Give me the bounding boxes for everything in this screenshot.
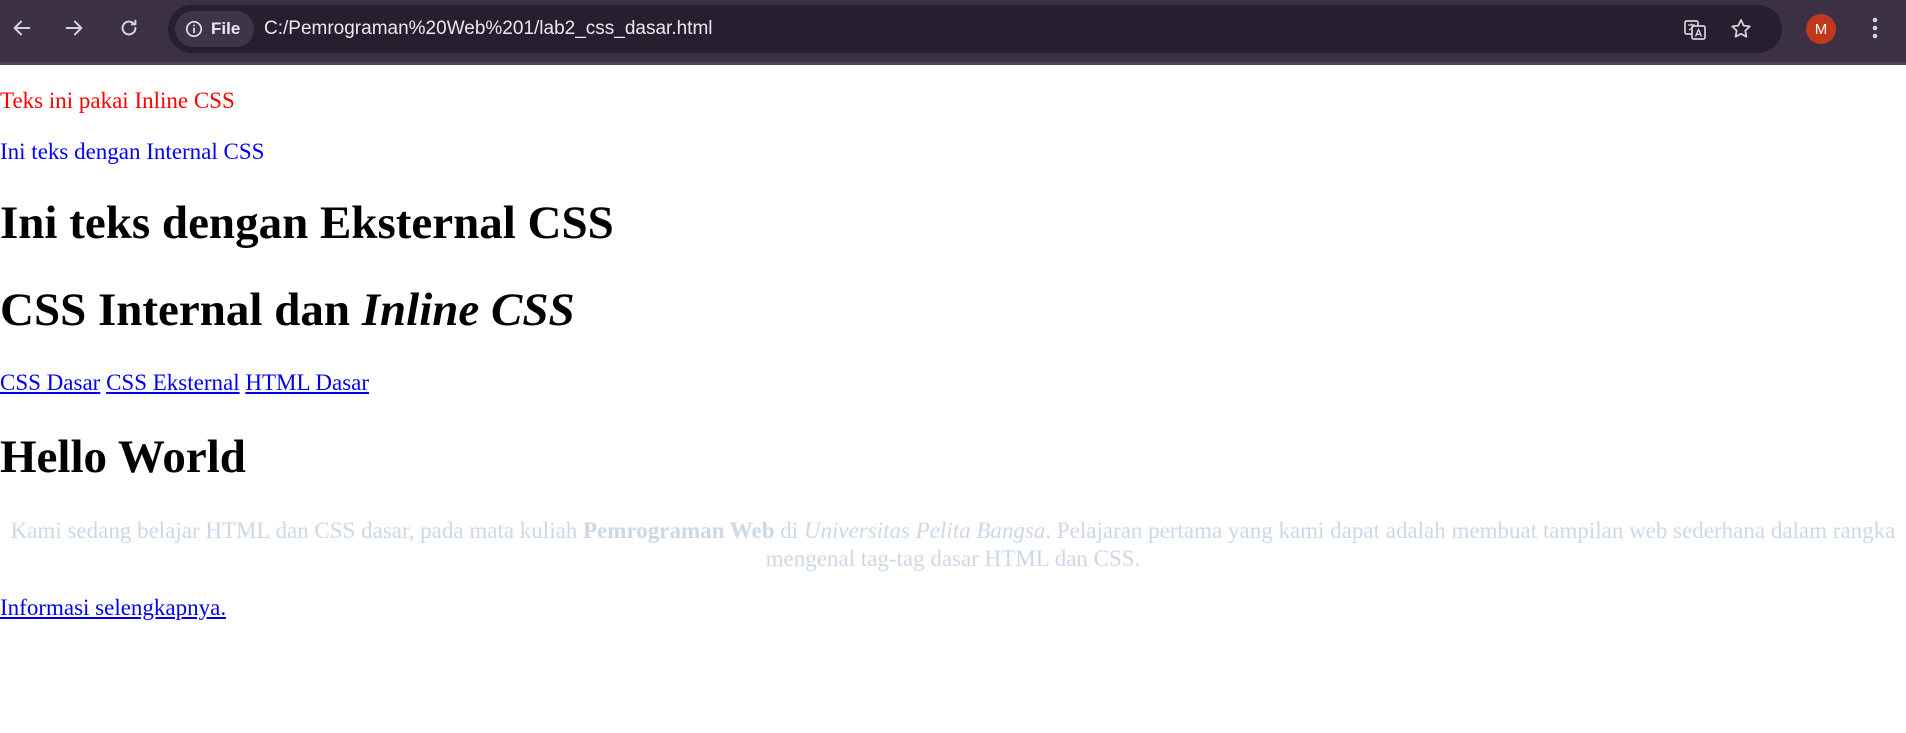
toolbar-divider (0, 62, 1906, 65)
site-info-chip[interactable]: File (175, 11, 255, 47)
arrow-left-icon (13, 20, 31, 36)
internal-inline-heading: CSS Internal dan Inline CSS (0, 283, 575, 337)
forward-button[interactable] (58, 12, 90, 44)
more-info-link[interactable]: Informasi selengkapnya. (0, 595, 226, 621)
external-css-heading: Ini teks dengan Eksternal CSS (0, 197, 614, 249)
link-css-eksternal[interactable]: CSS Eksternal (106, 370, 240, 395)
star-icon[interactable] (1729, 17, 1753, 41)
info-icon (185, 20, 203, 38)
link-html-dasar[interactable]: HTML Dasar (245, 370, 369, 395)
inline-css-text: Teks ini pakai Inline CSS (0, 88, 235, 113)
arrow-right-icon (65, 20, 83, 36)
site-chip-label: File (211, 19, 241, 38)
intro-paragraph: Kami sedang belajar HTML dan CSS dasar, … (0, 517, 1906, 573)
reload-icon (121, 19, 137, 36)
profile-avatar[interactable]: M (1806, 14, 1836, 44)
nav-links: CSS Dasar CSS Eksternal HTML Dasar (0, 370, 369, 396)
hello-heading: Hello World (0, 431, 246, 483)
back-button[interactable] (6, 12, 38, 44)
internal-css-text: Ini teks dengan Internal CSS (0, 139, 265, 164)
reload-button[interactable] (113, 12, 145, 44)
intro-part-2: di (774, 518, 804, 543)
intro-italic-university: Universitas Pelita Bangsa (803, 518, 1046, 543)
intro-bold-course: Pemrograman Web (583, 518, 775, 543)
browser-toolbar: File C:/Pemrograman%20Web%201/lab2_css_d… (0, 0, 1906, 62)
url-text[interactable]: C:/Pemrograman%20Web%201/lab2_css_dasar.… (264, 5, 713, 53)
address-bar[interactable]: File C:/Pemrograman%20Web%201/lab2_css_d… (168, 5, 1782, 53)
intro-part-1: Kami sedang belajar HTML dan CSS dasar, … (10, 518, 584, 543)
kebab-menu-icon[interactable] (1863, 12, 1887, 44)
translate-icon[interactable] (1683, 18, 1707, 42)
link-css-dasar[interactable]: CSS Dasar (0, 370, 100, 395)
heading-italic-part: Inline CSS (361, 284, 575, 336)
heading-normal-part: CSS Internal dan (0, 284, 362, 336)
